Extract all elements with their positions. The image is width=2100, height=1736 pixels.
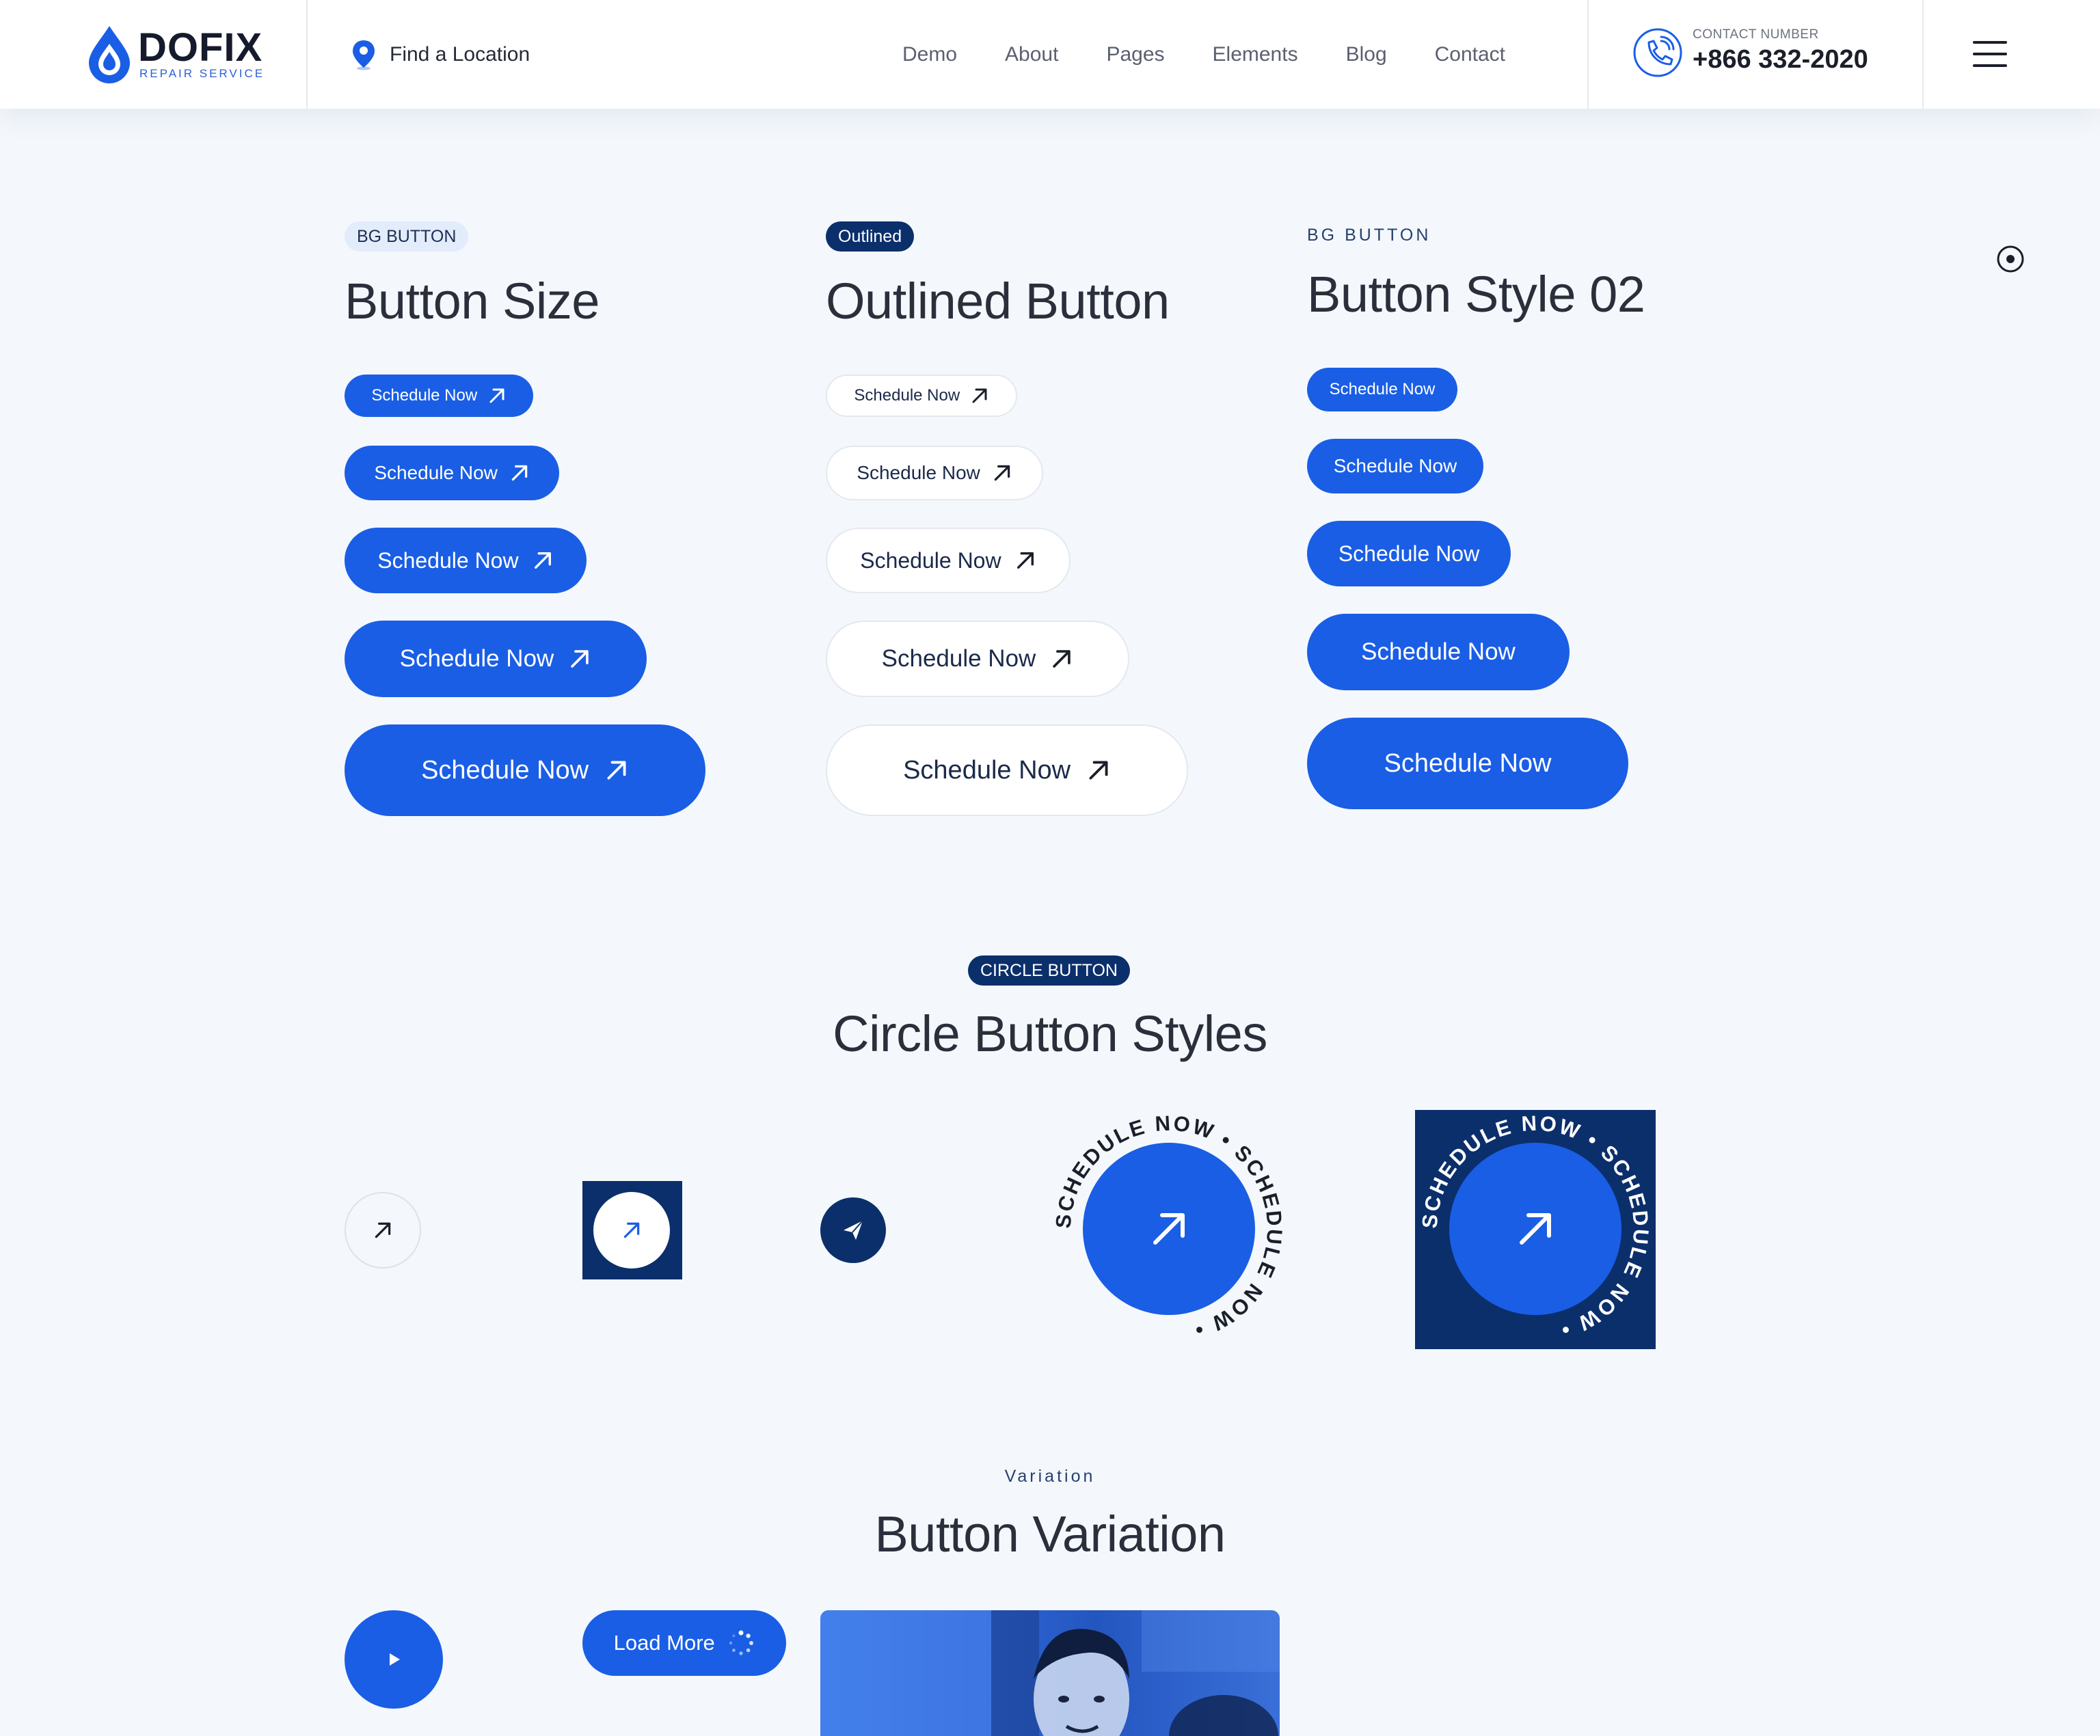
button-label: Schedule Now (854, 386, 960, 405)
site-header: DOFIX REPAIR SERVICE Find a Location Dem… (0, 0, 2100, 109)
arrow-up-right-icon (1017, 552, 1034, 569)
phone-icon[interactable] (1632, 27, 1683, 78)
play-icon (390, 1653, 400, 1666)
section-title-circle-button-styles: Circle Button Styles (833, 1005, 1267, 1062)
style02-button-md[interactable]: Schedule Now (1307, 521, 1511, 586)
outlined-button-xl[interactable]: Schedule Now (826, 724, 1188, 816)
section-tag-circle-button: CIRCLE BUTTON (968, 955, 1130, 986)
menu-icon[interactable] (1973, 41, 2007, 67)
button-label: Schedule Now (1329, 380, 1436, 398)
section-tag-outlined: Outlined (826, 221, 915, 252)
nav-item-elements[interactable]: Elements (1213, 43, 1298, 66)
arrow-up-right-icon (1089, 761, 1108, 780)
logo-tagline: REPAIR SERVICE (139, 67, 265, 80)
logo-drop-icon (89, 26, 130, 83)
button-label: Load More (613, 1631, 715, 1655)
style02-button-sm[interactable]: Schedule Now (1307, 439, 1483, 493)
circle-button-text-ring[interactable]: SCHEDULE NOW • SCHEDULE NOW • (1055, 1115, 1282, 1342)
button-label: Schedule Now (860, 547, 1001, 573)
schedule-button-sm[interactable]: Schedule Now (345, 446, 559, 500)
schedule-button-lg[interactable]: Schedule Now (345, 621, 647, 697)
arrow-up-right-icon (489, 388, 504, 403)
video-thumbnail[interactable] (820, 1610, 1280, 1736)
section-title-outlined-button: Outlined Button (826, 273, 1170, 329)
header-divider (1922, 0, 1924, 109)
circle-button-text-ring-navy[interactable]: SCHEDULE NOW • SCHEDULE NOW • (1422, 1115, 1649, 1342)
circle-button-plane[interactable] (820, 1197, 886, 1263)
style02-button-lg[interactable]: Schedule Now (1307, 614, 1570, 690)
arrow-up-right-icon (571, 650, 589, 668)
find-location-label: Find a Location (390, 43, 530, 66)
outlined-button-md[interactable]: Schedule Now (826, 528, 1071, 593)
nav-item-about[interactable]: About (1005, 43, 1058, 66)
header-divider (1587, 0, 1589, 109)
section-tag-bg-button-2: BG BUTTON (1307, 226, 1431, 245)
button-label: Schedule Now (1333, 455, 1457, 476)
button-label: Schedule Now (1338, 541, 1480, 566)
button-label: Schedule Now (881, 645, 1036, 672)
arrow-up-right-icon (534, 552, 551, 569)
button-label: Schedule Now (903, 755, 1071, 785)
load-more-button[interactable]: Load More (582, 1610, 786, 1676)
section-tag-bg-button: BG BUTTON (345, 221, 469, 252)
contact-number[interactable]: +866 332-2020 (1693, 45, 1868, 74)
location-pin-icon (353, 40, 375, 70)
schedule-button-md[interactable]: Schedule Now (345, 528, 587, 593)
button-label: Schedule Now (1384, 748, 1552, 778)
find-location-link[interactable]: Find a Location (350, 38, 530, 71)
arrow-up-right-icon (972, 388, 987, 403)
button-label: Schedule Now (399, 645, 554, 672)
section-title-button-size: Button Size (345, 273, 600, 329)
button-label: Schedule Now (374, 462, 498, 483)
schedule-button-xl[interactable]: Schedule Now (345, 724, 705, 816)
arrow-up-right-icon (607, 761, 626, 780)
style02-button-xs[interactable]: Schedule Now (1307, 368, 1457, 411)
button-label: Schedule Now (421, 755, 589, 785)
radio-dot-icon[interactable] (1996, 245, 2025, 273)
person-photo (820, 1610, 1280, 1736)
button-label: Schedule Now (377, 547, 519, 573)
spinner-icon (729, 1630, 754, 1655)
outlined-button-xs[interactable]: Schedule Now (826, 375, 1017, 417)
arrow-up-right-icon (375, 1222, 391, 1238)
nav-item-demo[interactable]: Demo (902, 43, 957, 66)
outlined-button-lg[interactable]: Schedule Now (826, 621, 1129, 697)
section-title-button-variation: Button Variation (874, 1506, 1226, 1562)
outlined-button-sm[interactable]: Schedule Now (826, 446, 1043, 500)
logo-wordmark[interactable]: DOFIX (138, 25, 262, 70)
circle-button-outline[interactable] (345, 1192, 421, 1269)
schedule-button-xs[interactable]: Schedule Now (345, 375, 533, 417)
contact-label: CONTACT NUMBER (1693, 27, 1819, 42)
button-label: Schedule Now (857, 462, 980, 483)
arrow-up-right-icon (511, 465, 527, 481)
header-divider (306, 0, 308, 109)
nav-item-blog[interactable]: Blog (1346, 43, 1387, 66)
button-label: Schedule Now (1361, 638, 1516, 665)
nav-item-pages[interactable]: Pages (1106, 43, 1164, 66)
paper-plane-icon (844, 1220, 863, 1240)
play-button[interactable] (345, 1610, 443, 1709)
section-title-button-style-02: Button Style 02 (1307, 266, 1645, 323)
style02-button-xl[interactable]: Schedule Now (1307, 718, 1628, 809)
nav-item-contact[interactable]: Contact (1435, 43, 1505, 66)
arrow-up-right-icon (1053, 650, 1071, 668)
circle-button-white[interactable] (593, 1192, 670, 1269)
button-label: Schedule Now (371, 386, 478, 405)
section-tag-variation: Variation (1004, 1467, 1096, 1486)
arrow-up-right-icon (994, 465, 1010, 481)
main-nav: Demo About Pages Elements Blog Contact (902, 38, 1505, 71)
arrow-up-right-icon (623, 1222, 640, 1238)
